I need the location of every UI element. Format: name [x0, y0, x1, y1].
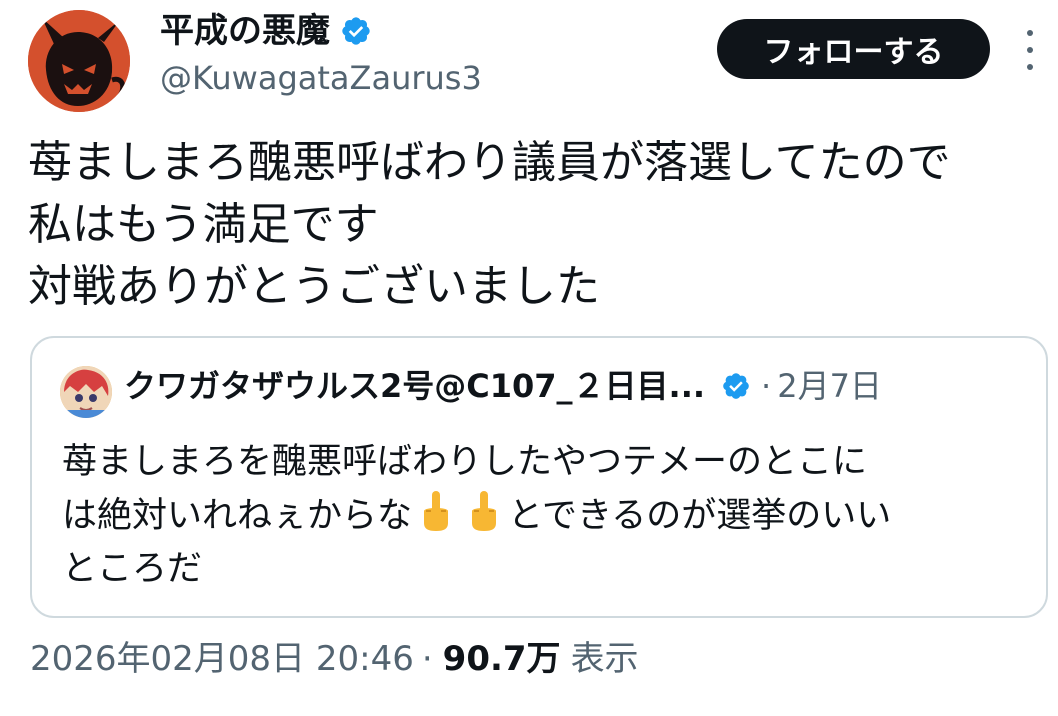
verified-badge-icon: [723, 373, 749, 399]
anime-avatar-icon: [60, 366, 112, 418]
quote-header: クワガタザウルス2号@C107_２日目... · 2月7日: [124, 370, 882, 402]
tweet-text: 苺ましまろ醜悪呼ばわり議員が落選してたので 私はもう満足です 対戦ありがとうござ…: [28, 137, 951, 312]
author-handle[interactable]: @KuwagataZaurus3: [160, 62, 482, 94]
verified-badge-icon: [342, 17, 370, 45]
dot: [1027, 30, 1033, 36]
more-dots-icon[interactable]: [1018, 30, 1042, 70]
quote-text: 苺ましまろを醜悪呼ばわりしたやつテメーのとこに は絶対いれねぇからな とできるの…: [62, 436, 1022, 596]
views-label: 表示: [570, 639, 639, 679]
dot: [1027, 47, 1033, 53]
tweet-meta: 2026年02月08日 20:46 · 90.7万 表示: [30, 642, 639, 676]
quote-author-name[interactable]: クワガタザウルス2号@C107_２日目...: [124, 370, 705, 402]
quote-date[interactable]: 2月7日: [777, 370, 882, 402]
author-name-row[interactable]: 平成の悪魔: [160, 14, 372, 48]
dot: [1027, 64, 1033, 70]
author-avatar[interactable]: [28, 10, 130, 112]
middle-finger-emoji-icon: [424, 491, 449, 531]
author-display-name[interactable]: 平成の悪魔: [160, 14, 330, 48]
views-count: 90.7万: [442, 639, 561, 679]
devil-avatar-icon: [28, 10, 130, 112]
quote-author-avatar[interactable]: [60, 366, 112, 418]
follow-button[interactable]: フォローする: [717, 19, 990, 79]
middle-finger-emoji-icon: [472, 491, 497, 531]
quote-tweet-card[interactable]: クワガタザウルス2号@C107_２日目... · 2月7日 苺ましまろを醜悪呼ば…: [30, 336, 1048, 618]
tweet-timestamp[interactable]: 2026年02月08日 20:46: [30, 642, 414, 676]
quote-separator: ·: [761, 367, 772, 405]
meta-separator: ·: [421, 639, 433, 679]
